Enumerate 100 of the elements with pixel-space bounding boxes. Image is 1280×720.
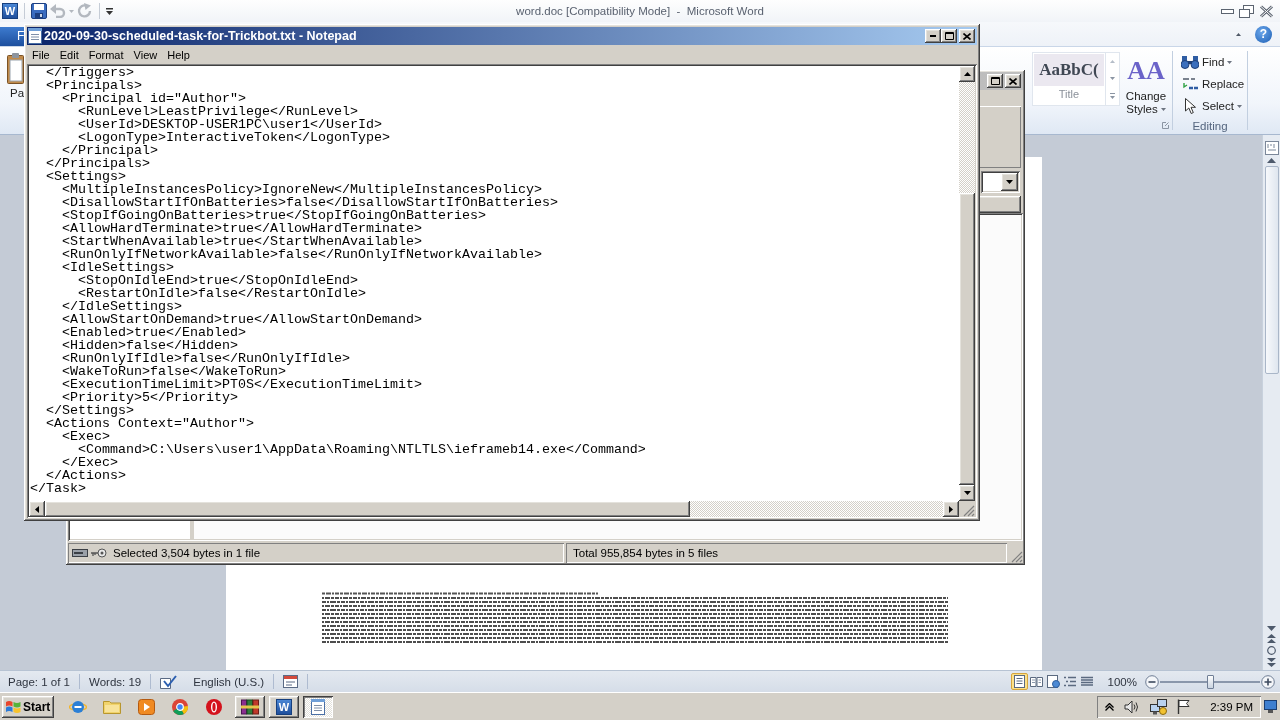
previous-page-icon[interactable] (1267, 634, 1276, 643)
file-tab[interactable]: F (0, 27, 24, 46)
close-button[interactable] (1005, 74, 1021, 88)
scrollbar-thumb[interactable] (45, 501, 690, 517)
caret-down-icon (1227, 60, 1233, 64)
scroll-down-button[interactable] (959, 485, 975, 501)
text-line: <DisallowStartIfOnBatteries>false</DisallowStartIfOnBatteries> (62, 196, 558, 209)
text-line: <Settings> (46, 170, 126, 183)
minimize-icon (930, 35, 936, 37)
find-button[interactable]: Find (1181, 52, 1245, 72)
text-line: <RestartOnIdle>false</RestartOnIdle> (78, 287, 366, 300)
notepad-icon (28, 28, 42, 44)
zoom-level[interactable]: 100% (1107, 675, 1137, 688)
document-w-icon: W (276, 698, 292, 715)
text-line: <Exec> (62, 430, 110, 443)
lines-icon (1081, 676, 1094, 687)
customize-menu-icon[interactable] (106, 7, 113, 15)
document-page[interactable] (226, 565, 1042, 670)
dropdown-button[interactable] (1001, 173, 1018, 191)
view-button[interactable] (1044, 673, 1062, 690)
flag-icon[interactable] (1177, 699, 1191, 714)
minimize-icon[interactable] (1221, 8, 1234, 14)
page-count[interactable]: Page: 1 of 1 (8, 675, 71, 688)
down-arrow-icon (963, 491, 971, 495)
dialog-launcher-icon[interactable] (1162, 122, 1169, 129)
paste-label[interactable]: Pa (10, 87, 24, 99)
replace-button[interactable]: Replace (1181, 74, 1245, 94)
total-status: Total 955,854 bytes in 5 files (573, 547, 719, 559)
change-styles-icon: AA (1127, 53, 1165, 88)
left-arrow-icon (35, 505, 39, 513)
restore-icon[interactable] (1239, 4, 1254, 18)
change-styles-button[interactable]: AA Change Styles (1123, 52, 1169, 117)
scroll-left-button[interactable] (29, 501, 45, 517)
selection-status: Selected 3,504 bytes in 1 file (113, 547, 261, 559)
scroll-right-button[interactable] (943, 501, 959, 517)
text-line: </Exec> (62, 456, 118, 469)
maximize-button[interactable] (987, 74, 1003, 88)
book-icon (1029, 676, 1043, 687)
circle-icon[interactable] (1267, 646, 1276, 655)
select-button[interactable]: Select (1181, 96, 1245, 116)
scroll-up-button[interactable] (959, 66, 975, 82)
menu-item[interactable]: Edit (54, 46, 84, 63)
zoom-slider-thumb[interactable] (1206, 674, 1214, 689)
page-icon (1013, 675, 1025, 688)
taskbar-button[interactable]: W (269, 695, 299, 718)
play-button-icon[interactable] (137, 698, 155, 715)
minimize-button[interactable] (925, 29, 941, 43)
zoom-out-icon[interactable] (1145, 674, 1159, 689)
taskbar-button[interactable] (303, 695, 333, 718)
ringed-circle-icon[interactable] (69, 698, 87, 715)
ruler-icon[interactable] (1264, 141, 1279, 155)
clipboard-icon (7, 52, 24, 84)
key-icon (91, 548, 107, 558)
tricolor-circle-icon[interactable] (172, 698, 188, 715)
maximize-button[interactable] (941, 29, 957, 43)
four-color-flag-icon (5, 699, 21, 714)
text-line: <Hidden>false</Hidden> (62, 339, 238, 352)
text-line: <RunLevel>LeastPrivilege</RunLevel> (78, 105, 358, 118)
network-icon[interactable] (1150, 698, 1168, 715)
start-button[interactable]: Start (2, 695, 54, 718)
down-arrow-icon[interactable] (1267, 626, 1276, 631)
lines-arrow-icon (1181, 76, 1199, 92)
menu-item[interactable]: Format (83, 46, 129, 63)
o-ring-icon[interactable] (206, 698, 222, 715)
text-line: <RunOnlyIfIdle>false</RunOnlyIfIdle> (62, 352, 350, 365)
menu-item[interactable]: File (27, 46, 55, 63)
text-line: <StopIfGoingOnBatteries>true</StopIfGoingOnBatteries> (62, 209, 486, 222)
word-count[interactable]: Words: 19 (89, 675, 142, 688)
speaker-icon[interactable] (1124, 699, 1141, 714)
text-line: </Settings> (46, 404, 134, 417)
caret-down-icon (1110, 77, 1115, 81)
book-check-icon[interactable] (160, 674, 178, 689)
zoom-in-icon[interactable] (1261, 674, 1275, 689)
next-page-icon[interactable] (1267, 658, 1276, 667)
view-button[interactable] (1010, 673, 1028, 690)
text-line: </Principal> (62, 144, 158, 157)
scrollbar-thumb[interactable] (959, 193, 975, 485)
menu-item[interactable]: Help (162, 46, 195, 63)
save-icon[interactable] (31, 3, 47, 19)
close-icon (1009, 77, 1017, 85)
close-button[interactable] (959, 29, 975, 43)
text-line: </IdleSettings> (62, 300, 182, 313)
text-line: <Priority>5</Priority> (62, 391, 238, 404)
caret-down-icon (69, 9, 74, 13)
menu-item[interactable]: View (128, 46, 163, 63)
close-icon[interactable] (1259, 4, 1274, 18)
taskbar-button[interactable] (235, 695, 265, 718)
right-arrow-icon (949, 505, 953, 513)
text-line: <Actions Context="Author"> (46, 417, 254, 430)
small-window-icon[interactable] (283, 675, 299, 688)
text-line: </Actions> (46, 469, 126, 482)
word-logo-icon[interactable]: W (2, 3, 18, 19)
clock[interactable]: 2:39 PM (1210, 700, 1253, 713)
up-arrow-icon[interactable] (1267, 158, 1276, 163)
outline-icon (1064, 676, 1077, 687)
scrollbar-thumb[interactable] (1264, 166, 1279, 374)
resize-grip-icon (963, 505, 975, 517)
language-label[interactable]: English (U.S.) (193, 675, 265, 688)
address-field[interactable] (981, 171, 1020, 193)
chevron-up-icon[interactable] (1105, 702, 1115, 711)
